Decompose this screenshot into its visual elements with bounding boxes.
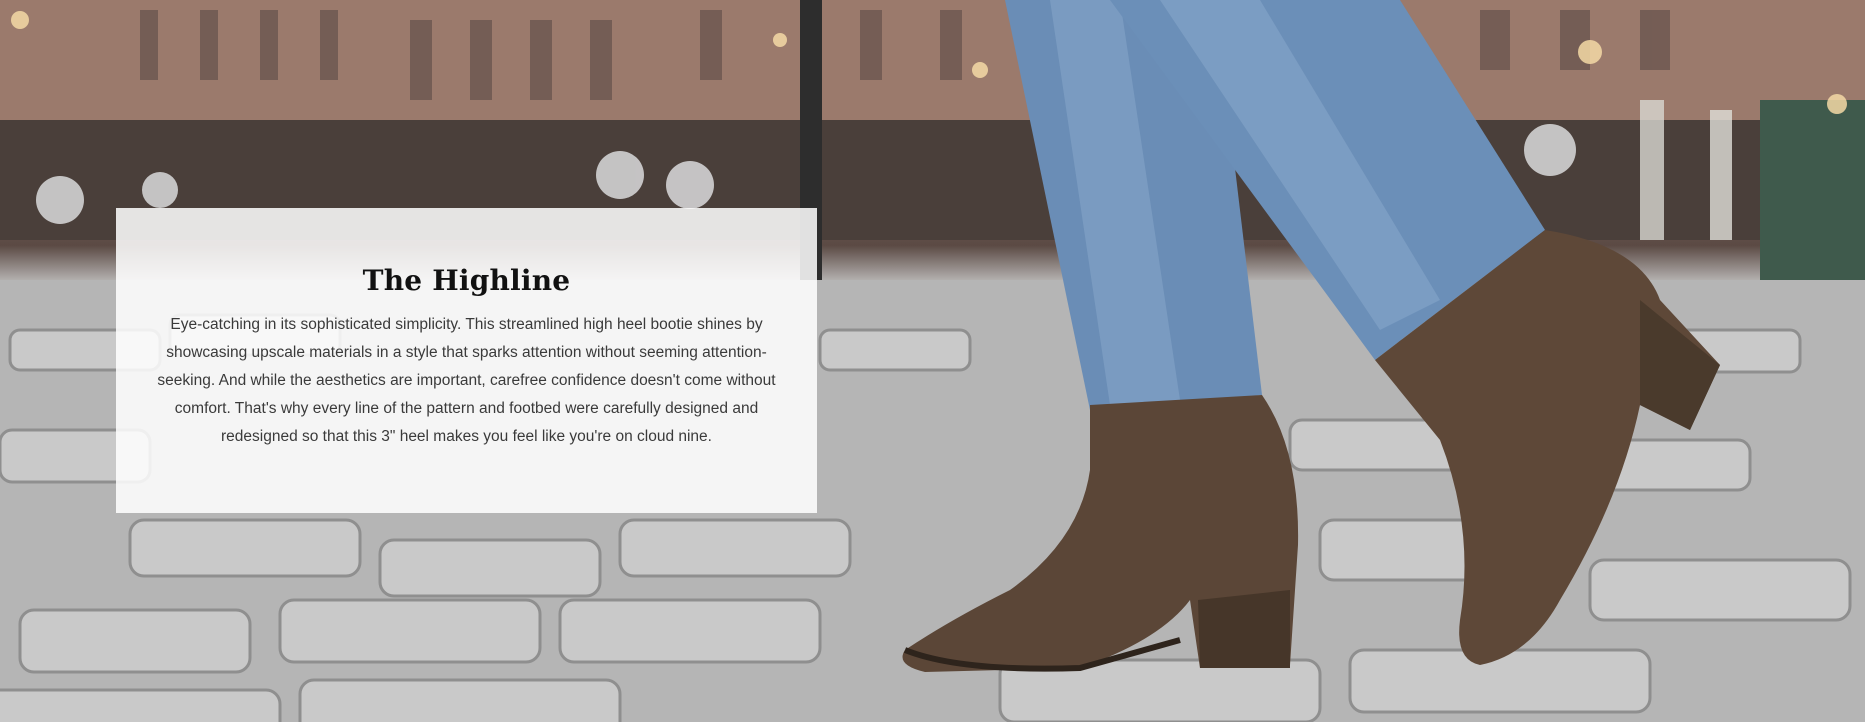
feature-description: Eye-catching in its sophisticated simpli… [157, 316, 776, 445]
green-storefront [1760, 100, 1865, 280]
feature-card: The Highline Eye-catching in its sophist… [116, 208, 817, 513]
hero-banner: The Highline Eye-catching in its sophist… [0, 0, 1865, 722]
feature-title: The Highline [362, 264, 571, 297]
